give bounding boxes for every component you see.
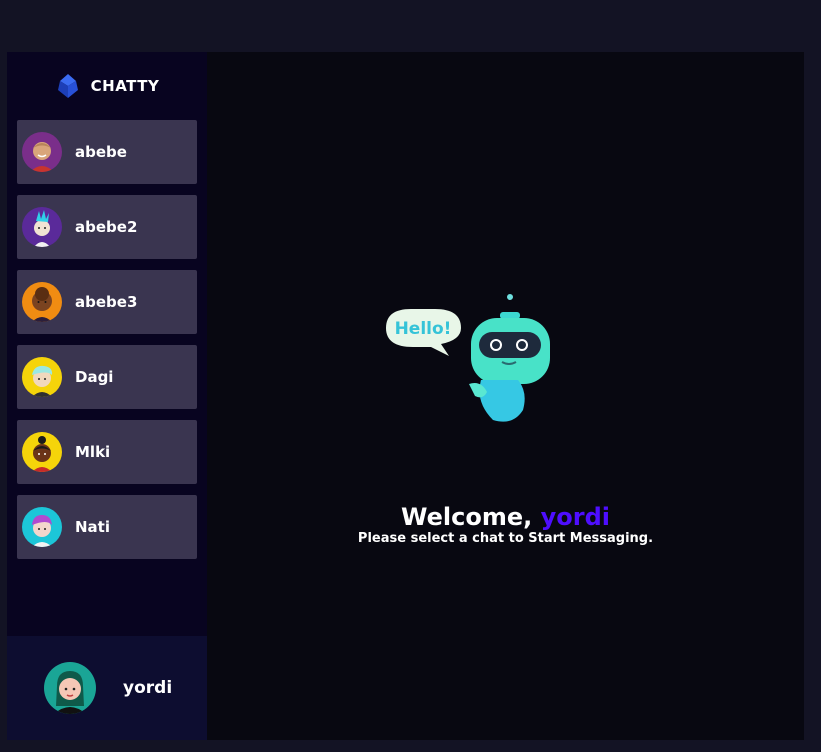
current-user-panel: yordi [7, 636, 207, 740]
contact-item[interactable]: Nati [17, 495, 197, 559]
avatar [22, 132, 62, 172]
app-window: CHATTY abebe abebe2 abebe3 Dagi Mlki Nat… [7, 52, 804, 740]
welcome-subtitle: Please select a chat to Start Messaging. [357, 531, 654, 546]
contact-name: abebe2 [75, 218, 138, 236]
contact-name: Nati [75, 518, 110, 536]
contacts-sidebar: CHATTY abebe abebe2 abebe3 Dagi Mlki Nat… [7, 52, 207, 740]
contact-item[interactable]: abebe [17, 120, 197, 184]
contact-name: abebe3 [75, 293, 138, 311]
brand: CHATTY [7, 52, 207, 120]
contact-name: Mlki [75, 443, 111, 461]
welcome-username: yordi [540, 503, 610, 531]
contact-item[interactable]: Mlki [17, 420, 197, 484]
avatar [22, 357, 62, 397]
avatar [22, 282, 62, 322]
contact-list: abebe abebe2 abebe3 Dagi Mlki Nati [7, 120, 207, 559]
app-title: CHATTY [90, 77, 160, 95]
robot-speech-text: Hello! [395, 319, 452, 339]
contact-item[interactable]: Dagi [17, 345, 197, 409]
chat-container: Hello! Welcome, yordi Please select a ch… [207, 52, 804, 740]
chatty-logo-icon [57, 74, 78, 98]
avatar [22, 507, 62, 547]
contact-item[interactable]: abebe3 [17, 270, 197, 334]
avatar [22, 432, 62, 472]
welcome-message: Welcome, yordi Please select a chat to S… [207, 502, 804, 546]
avatar [22, 207, 62, 247]
welcome-greeting: Welcome, [401, 503, 533, 531]
current-user-name: yordi [123, 678, 173, 698]
contact-name: abebe [75, 143, 127, 161]
current-user-avatar [44, 662, 96, 714]
contact-item[interactable]: abebe2 [17, 195, 197, 259]
welcome-heading: Welcome, yordi [207, 502, 804, 532]
contact-name: Dagi [75, 368, 114, 386]
robot-illustration: Hello! [386, 294, 550, 422]
